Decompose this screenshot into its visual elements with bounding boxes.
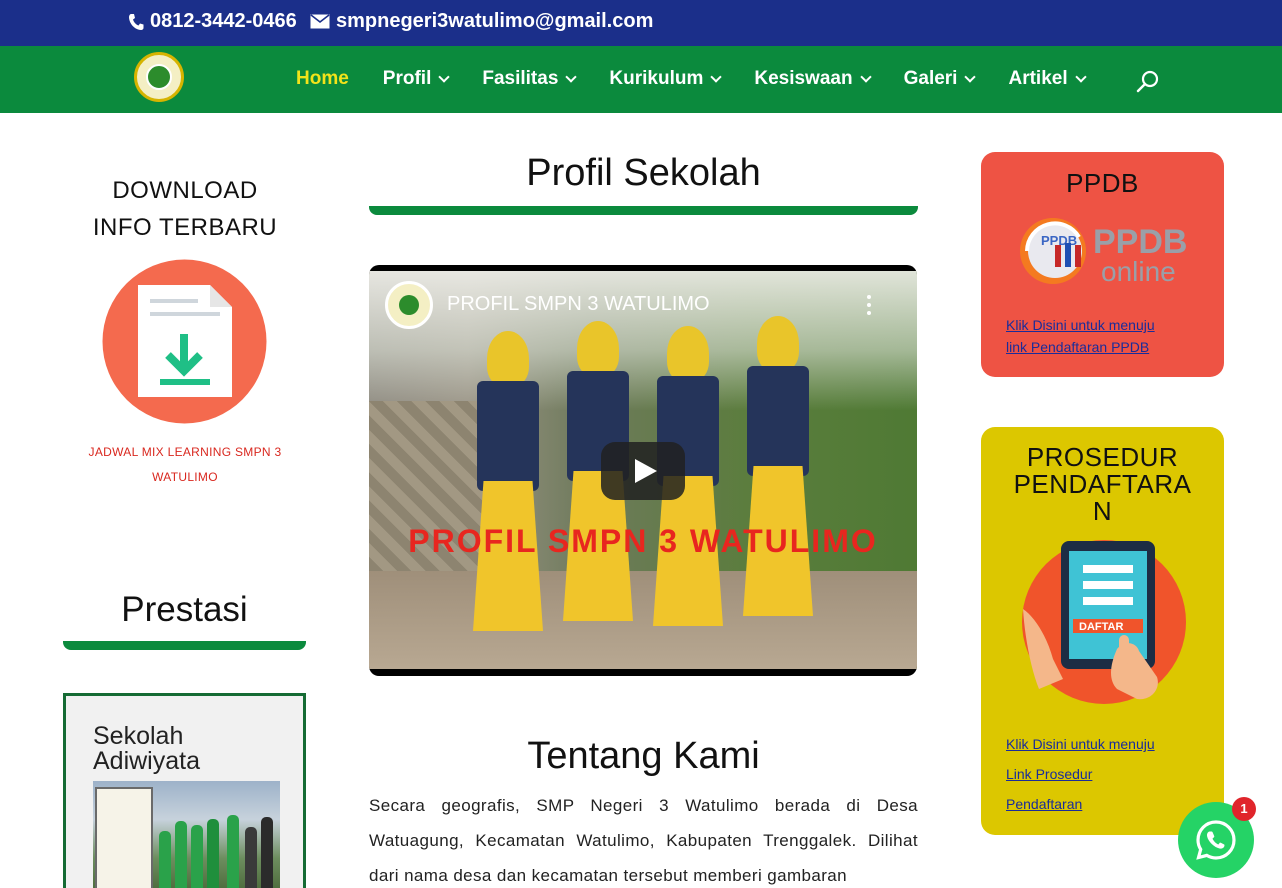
- email-address: smpnegeri3watulimo@gmail.com: [336, 10, 654, 32]
- adiwiyata-photo: [93, 781, 280, 888]
- prosedur-title: PROSEDUR PENDAFTARA N: [1013, 442, 1192, 526]
- nav-item-kurikulum[interactable]: Kurikulum: [609, 68, 723, 90]
- chevron-down-icon: [710, 71, 723, 83]
- whatsapp-chat-button[interactable]: 1: [1178, 797, 1256, 878]
- envelope-icon: [310, 14, 330, 29]
- play-button[interactable]: [601, 442, 685, 500]
- nav-item-artikel[interactable]: Artikel: [1008, 68, 1087, 90]
- chevron-down-icon: [1074, 71, 1087, 83]
- phone-number: 0812-3442-0466: [150, 10, 297, 32]
- video-title[interactable]: PROFIL SMPN 3 WATULIMO: [447, 293, 710, 316]
- chevron-down-icon: [438, 71, 451, 83]
- nav-item-profil[interactable]: Profil: [383, 68, 451, 90]
- heading-underline: [63, 641, 306, 650]
- channel-avatar[interactable]: [385, 281, 433, 329]
- ppdb-registration-link[interactable]: Klik Disini untuk menuju link Pendaftara…: [1006, 314, 1206, 358]
- chevron-down-icon: [565, 71, 578, 83]
- whatsapp-icon: [1196, 820, 1236, 860]
- phone-contact[interactable]: 0812-3442-0466: [128, 10, 297, 33]
- ppdb-online-logo[interactable]: PPDB PPDB online: [1019, 209, 1189, 295]
- profil-heading: Profil Sekolah: [526, 152, 761, 194]
- nav-menu: Home Profil Fasilitas Kurikulum Kesiswaa…: [296, 68, 1119, 90]
- ppdb-card: PPDB PPDB PPDB online Klik Disini untuk …: [981, 152, 1224, 377]
- prosedur-link[interactable]: Klik Disini untuk menuju Link Prosedur P…: [1006, 729, 1206, 819]
- tentang-heading: Tentang Kami: [527, 735, 760, 777]
- nav-item-home[interactable]: Home: [296, 68, 349, 90]
- search-icon[interactable]: [1136, 70, 1160, 94]
- ppdb-title: PPDB: [1066, 168, 1139, 198]
- top-contact-bar: 0812-3442-0466 smpnegeri3watulimo@gmail.…: [0, 0, 1282, 46]
- tablet-register-icon[interactable]: DAFTAR: [1021, 539, 1187, 705]
- adiwiyata-card[interactable]: Sekolah Adiwiyata: [63, 693, 306, 888]
- download-file-icon[interactable]: [102, 259, 267, 424]
- prestasi-heading: Prestasi: [121, 590, 248, 629]
- school-logo-icon[interactable]: [134, 52, 184, 102]
- chevron-down-icon: [964, 71, 977, 83]
- prosedur-card: PROSEDUR PENDAFTARA N DAFTAR Klik Disini…: [981, 427, 1224, 835]
- chevron-down-icon: [859, 71, 872, 83]
- nav-item-kesiswaan[interactable]: Kesiswaan: [754, 68, 872, 90]
- more-options-icon[interactable]: [867, 295, 873, 319]
- nav-item-galeri[interactable]: Galeri: [904, 68, 977, 90]
- svg-text:DAFTAR: DAFTAR: [1079, 621, 1123, 633]
- about-paragraph: Secara geografis, SMP Negeri 3 Watulimo …: [369, 796, 918, 885]
- main-navigation: Home Profil Fasilitas Kurikulum Kesiswaa…: [0, 46, 1282, 113]
- phone-icon: [128, 13, 144, 31]
- download-heading: DOWNLOAD INFO TERBARU: [92, 177, 278, 241]
- video-overlay-text: PROFIL SMPN 3 WATULIMO: [408, 523, 878, 559]
- youtube-video-embed[interactable]: PROFIL SMPN 3 WATULIMO PROFIL SMPN 3 WAT…: [369, 265, 917, 676]
- email-contact[interactable]: smpnegeri3watulimo@gmail.com: [310, 10, 653, 33]
- heading-underline: [369, 206, 918, 215]
- nav-item-fasilitas[interactable]: Fasilitas: [482, 68, 578, 90]
- svg-text:online: online: [1101, 256, 1176, 287]
- adiwiyata-title: Sekolah Adiwiyata: [93, 722, 200, 775]
- download-link-jadwal[interactable]: JADWAL MIX LEARNING SMPN 3 WATULIMO: [80, 440, 290, 490]
- notification-badge: 1: [1232, 797, 1256, 821]
